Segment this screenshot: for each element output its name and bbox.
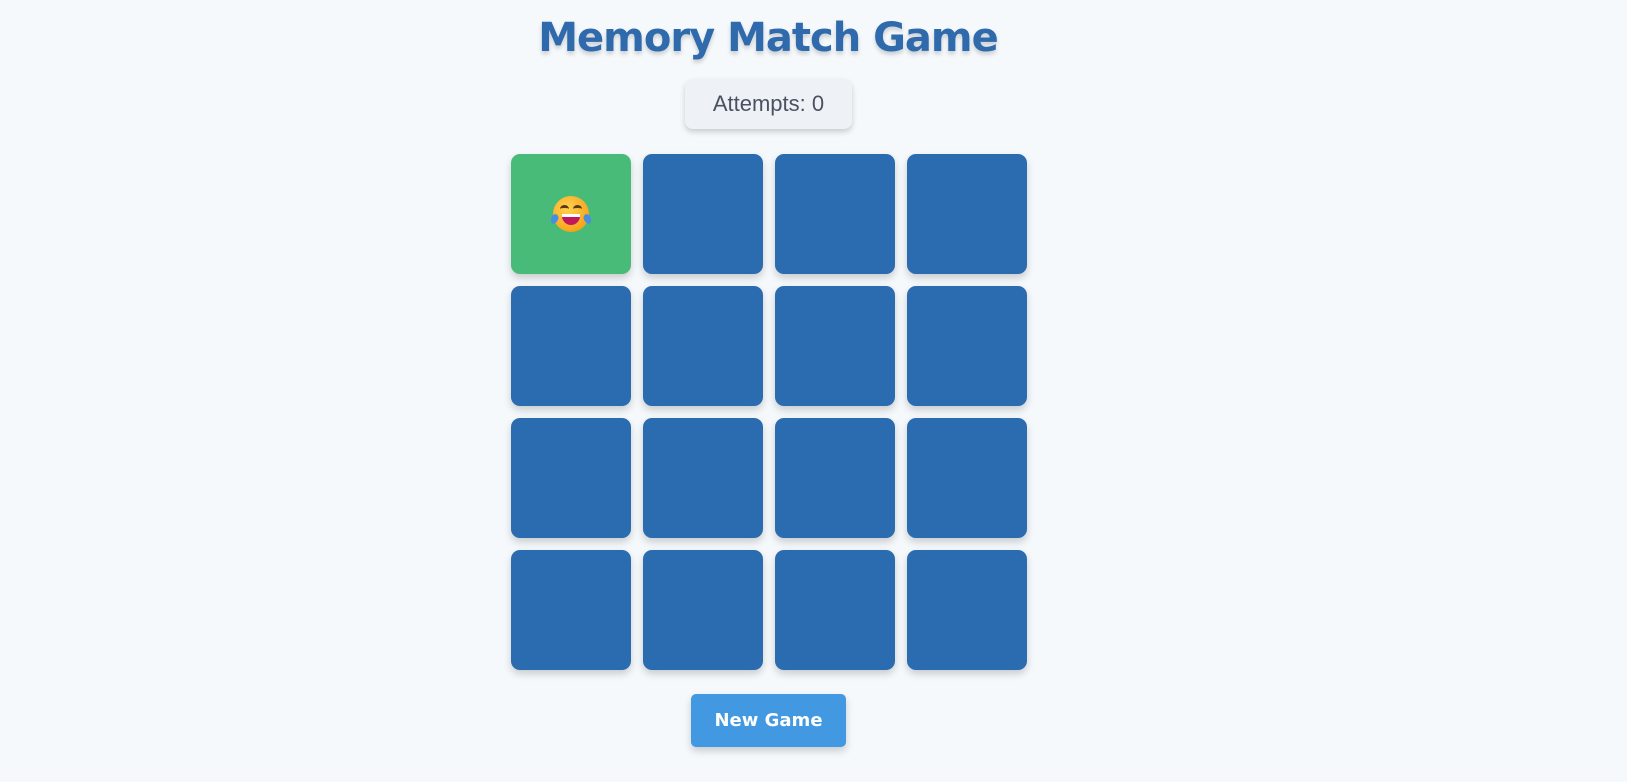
attempts-value: 0	[811, 91, 825, 116]
memory-card[interactable]	[511, 154, 631, 274]
page-title: Memory Match Game	[538, 15, 998, 61]
memory-card[interactable]	[907, 286, 1027, 406]
memory-card[interactable]	[775, 286, 895, 406]
app: Memory Match Game Attempts: 0 New Game	[0, 0, 1627, 782]
memory-card[interactable]	[907, 550, 1027, 670]
attempts-label: Attempts:	[712, 91, 806, 116]
memory-card[interactable]	[511, 418, 631, 538]
memory-card[interactable]	[775, 154, 895, 274]
memory-card[interactable]	[511, 550, 631, 670]
attempts-counter: Attempts: 0	[685, 79, 852, 129]
new-game-button[interactable]: New Game	[691, 694, 846, 747]
face-with-tears-of-joy-icon	[549, 194, 593, 234]
memory-card[interactable]	[643, 418, 763, 538]
card-grid	[511, 154, 1027, 670]
memory-card[interactable]	[907, 154, 1027, 274]
memory-card[interactable]	[643, 286, 763, 406]
memory-card[interactable]	[907, 418, 1027, 538]
memory-card[interactable]	[511, 286, 631, 406]
memory-card[interactable]	[775, 550, 895, 670]
memory-card[interactable]	[775, 418, 895, 538]
memory-card[interactable]	[643, 154, 763, 274]
memory-card[interactable]	[643, 550, 763, 670]
